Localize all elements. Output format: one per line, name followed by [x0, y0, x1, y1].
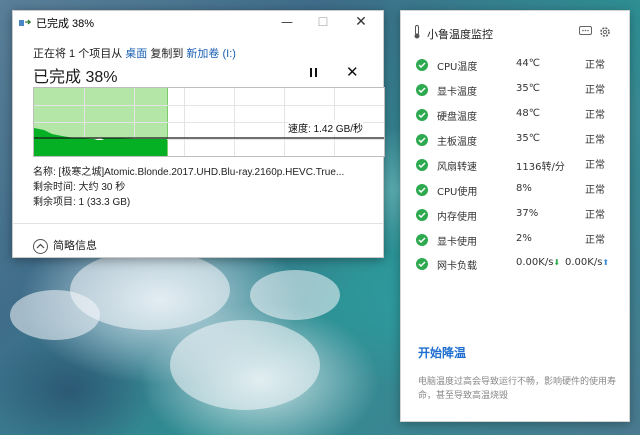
- monitor-title: 小鲁温度监控: [427, 28, 493, 41]
- check-icon: [416, 59, 428, 71]
- progress-heading: 已完成 38%: [33, 69, 118, 86]
- arrow-down-icon: ⬇: [553, 258, 561, 267]
- sensor-value: 44℃: [516, 58, 540, 69]
- sensor-status: 正常: [585, 110, 605, 121]
- sensor-row: CPU温度 44℃ 正常: [401, 56, 629, 74]
- destination-drive-link[interactable]: 新加卷 (I:): [186, 48, 236, 60]
- cancel-button[interactable]: ✕: [346, 63, 359, 81]
- close-button[interactable]: ✕: [345, 11, 377, 33]
- items-remaining: 剩余项目: 1 (33.3 GB): [33, 197, 131, 208]
- sensor-value: 35℃: [516, 83, 540, 94]
- sensor-name: 风扇转速: [437, 162, 477, 173]
- sensor-row: CPU使用 8% 正常: [401, 181, 629, 199]
- sensor-value: 1136转/分: [516, 162, 565, 173]
- less-details-label: 简略信息: [53, 239, 97, 252]
- sensor-value: 8%: [516, 183, 532, 194]
- network-load-row: 网卡负载 0.00K/s⬇ 0.00K/s⬆: [401, 255, 629, 273]
- copy-prefix: 正在将 1 个项目从: [33, 48, 123, 60]
- sensor-status: 正常: [585, 85, 605, 96]
- sensor-row: 硬盘温度 48℃ 正常: [401, 106, 629, 124]
- minimize-button[interactable]: —: [271, 11, 303, 33]
- title-bar[interactable]: 已完成 38% — ☐ ✕: [13, 11, 383, 33]
- sensor-name: 主板温度: [437, 137, 477, 148]
- window-title: 已完成 38%: [36, 18, 95, 30]
- gear-icon[interactable]: [599, 26, 611, 38]
- arrow-up-icon: ⬆: [602, 258, 610, 267]
- sensor-name: CPU使用: [437, 187, 478, 198]
- file-name: 名称: [极寒之城]Atomic.Blonde.2017.UHD.Blu-ray…: [33, 167, 345, 178]
- warning-note: 电脑温度过高会导致运行不畅，影响硬件的使用寿命，甚至导致高温烧毁: [418, 377, 617, 401]
- sensor-value: 2%: [516, 233, 532, 244]
- check-icon: [416, 134, 428, 146]
- source-folder-link[interactable]: 桌面: [125, 48, 147, 60]
- sensor-status: 正常: [585, 185, 605, 196]
- sensor-row: 主板温度 35℃ 正常: [401, 131, 629, 149]
- thermometer-icon: [414, 25, 420, 39]
- check-icon: [416, 109, 428, 121]
- sensor-name: 硬盘温度: [437, 112, 477, 123]
- sensor-value: 37%: [516, 208, 539, 219]
- feedback-icon[interactable]: [579, 26, 592, 37]
- maximize-button[interactable]: ☐: [307, 11, 339, 33]
- start-cooling-button[interactable]: 开始降温: [418, 344, 466, 361]
- sensor-row: 风扇转速 1136转/分 正常: [401, 156, 629, 174]
- sensor-row: 显卡使用 2% 正常: [401, 231, 629, 249]
- pause-icon: [310, 68, 312, 77]
- sensor-name: 内存使用: [437, 212, 477, 223]
- chevron-up-icon: [33, 238, 48, 254]
- speed-label: 速度: 1.42 GB/秒: [288, 120, 364, 135]
- copy-middle: 复制到: [150, 48, 184, 60]
- sensor-name: CPU温度: [437, 62, 478, 73]
- divider: [13, 223, 383, 224]
- sensor-value: 35℃: [516, 133, 540, 144]
- copy-description: 正在将 1 个项目从 桌面 复制到 新加卷 (I:): [33, 45, 236, 61]
- less-details-button[interactable]: 简略信息: [33, 237, 97, 254]
- temperature-monitor-panel: 小鲁温度监控 CPU温度 44℃ 正常 显卡温度 35℃ 正常 硬盘温度 48℃ 正常 主板温度 3…: [400, 10, 630, 422]
- check-icon: [416, 159, 428, 171]
- check-icon: [416, 84, 428, 96]
- sensor-status: 正常: [585, 135, 605, 146]
- sensor-status: 正常: [585, 235, 605, 246]
- check-icon: [416, 234, 428, 246]
- sensor-status: 正常: [585, 60, 605, 71]
- check-icon: [416, 258, 428, 270]
- network-load-label: 网卡负载: [437, 261, 477, 272]
- network-down-rate: 0.00K/s⬇: [516, 257, 561, 268]
- check-icon: [416, 184, 428, 196]
- sensor-status: 正常: [585, 160, 605, 171]
- copy-transfer-icon: [19, 19, 31, 26]
- sensor-row: 显卡温度 35℃ 正常: [401, 81, 629, 99]
- sensor-row: 内存使用 37% 正常: [401, 206, 629, 224]
- sensor-status: 正常: [585, 210, 605, 221]
- copy-progress-dialog: 已完成 38% — ☐ ✕ 正在将 1 个项目从 桌面 复制到 新加卷 (I:)…: [12, 10, 385, 258]
- sensor-name: 显卡温度: [437, 87, 477, 98]
- time-remaining: 剩余时间: 大约 30 秒: [33, 182, 126, 193]
- network-up-rate: 0.00K/s⬆: [565, 257, 610, 268]
- sensor-name: 显卡使用: [437, 237, 477, 248]
- check-icon: [416, 209, 428, 221]
- pause-button[interactable]: [307, 66, 321, 80]
- sensor-value: 48℃: [516, 108, 540, 119]
